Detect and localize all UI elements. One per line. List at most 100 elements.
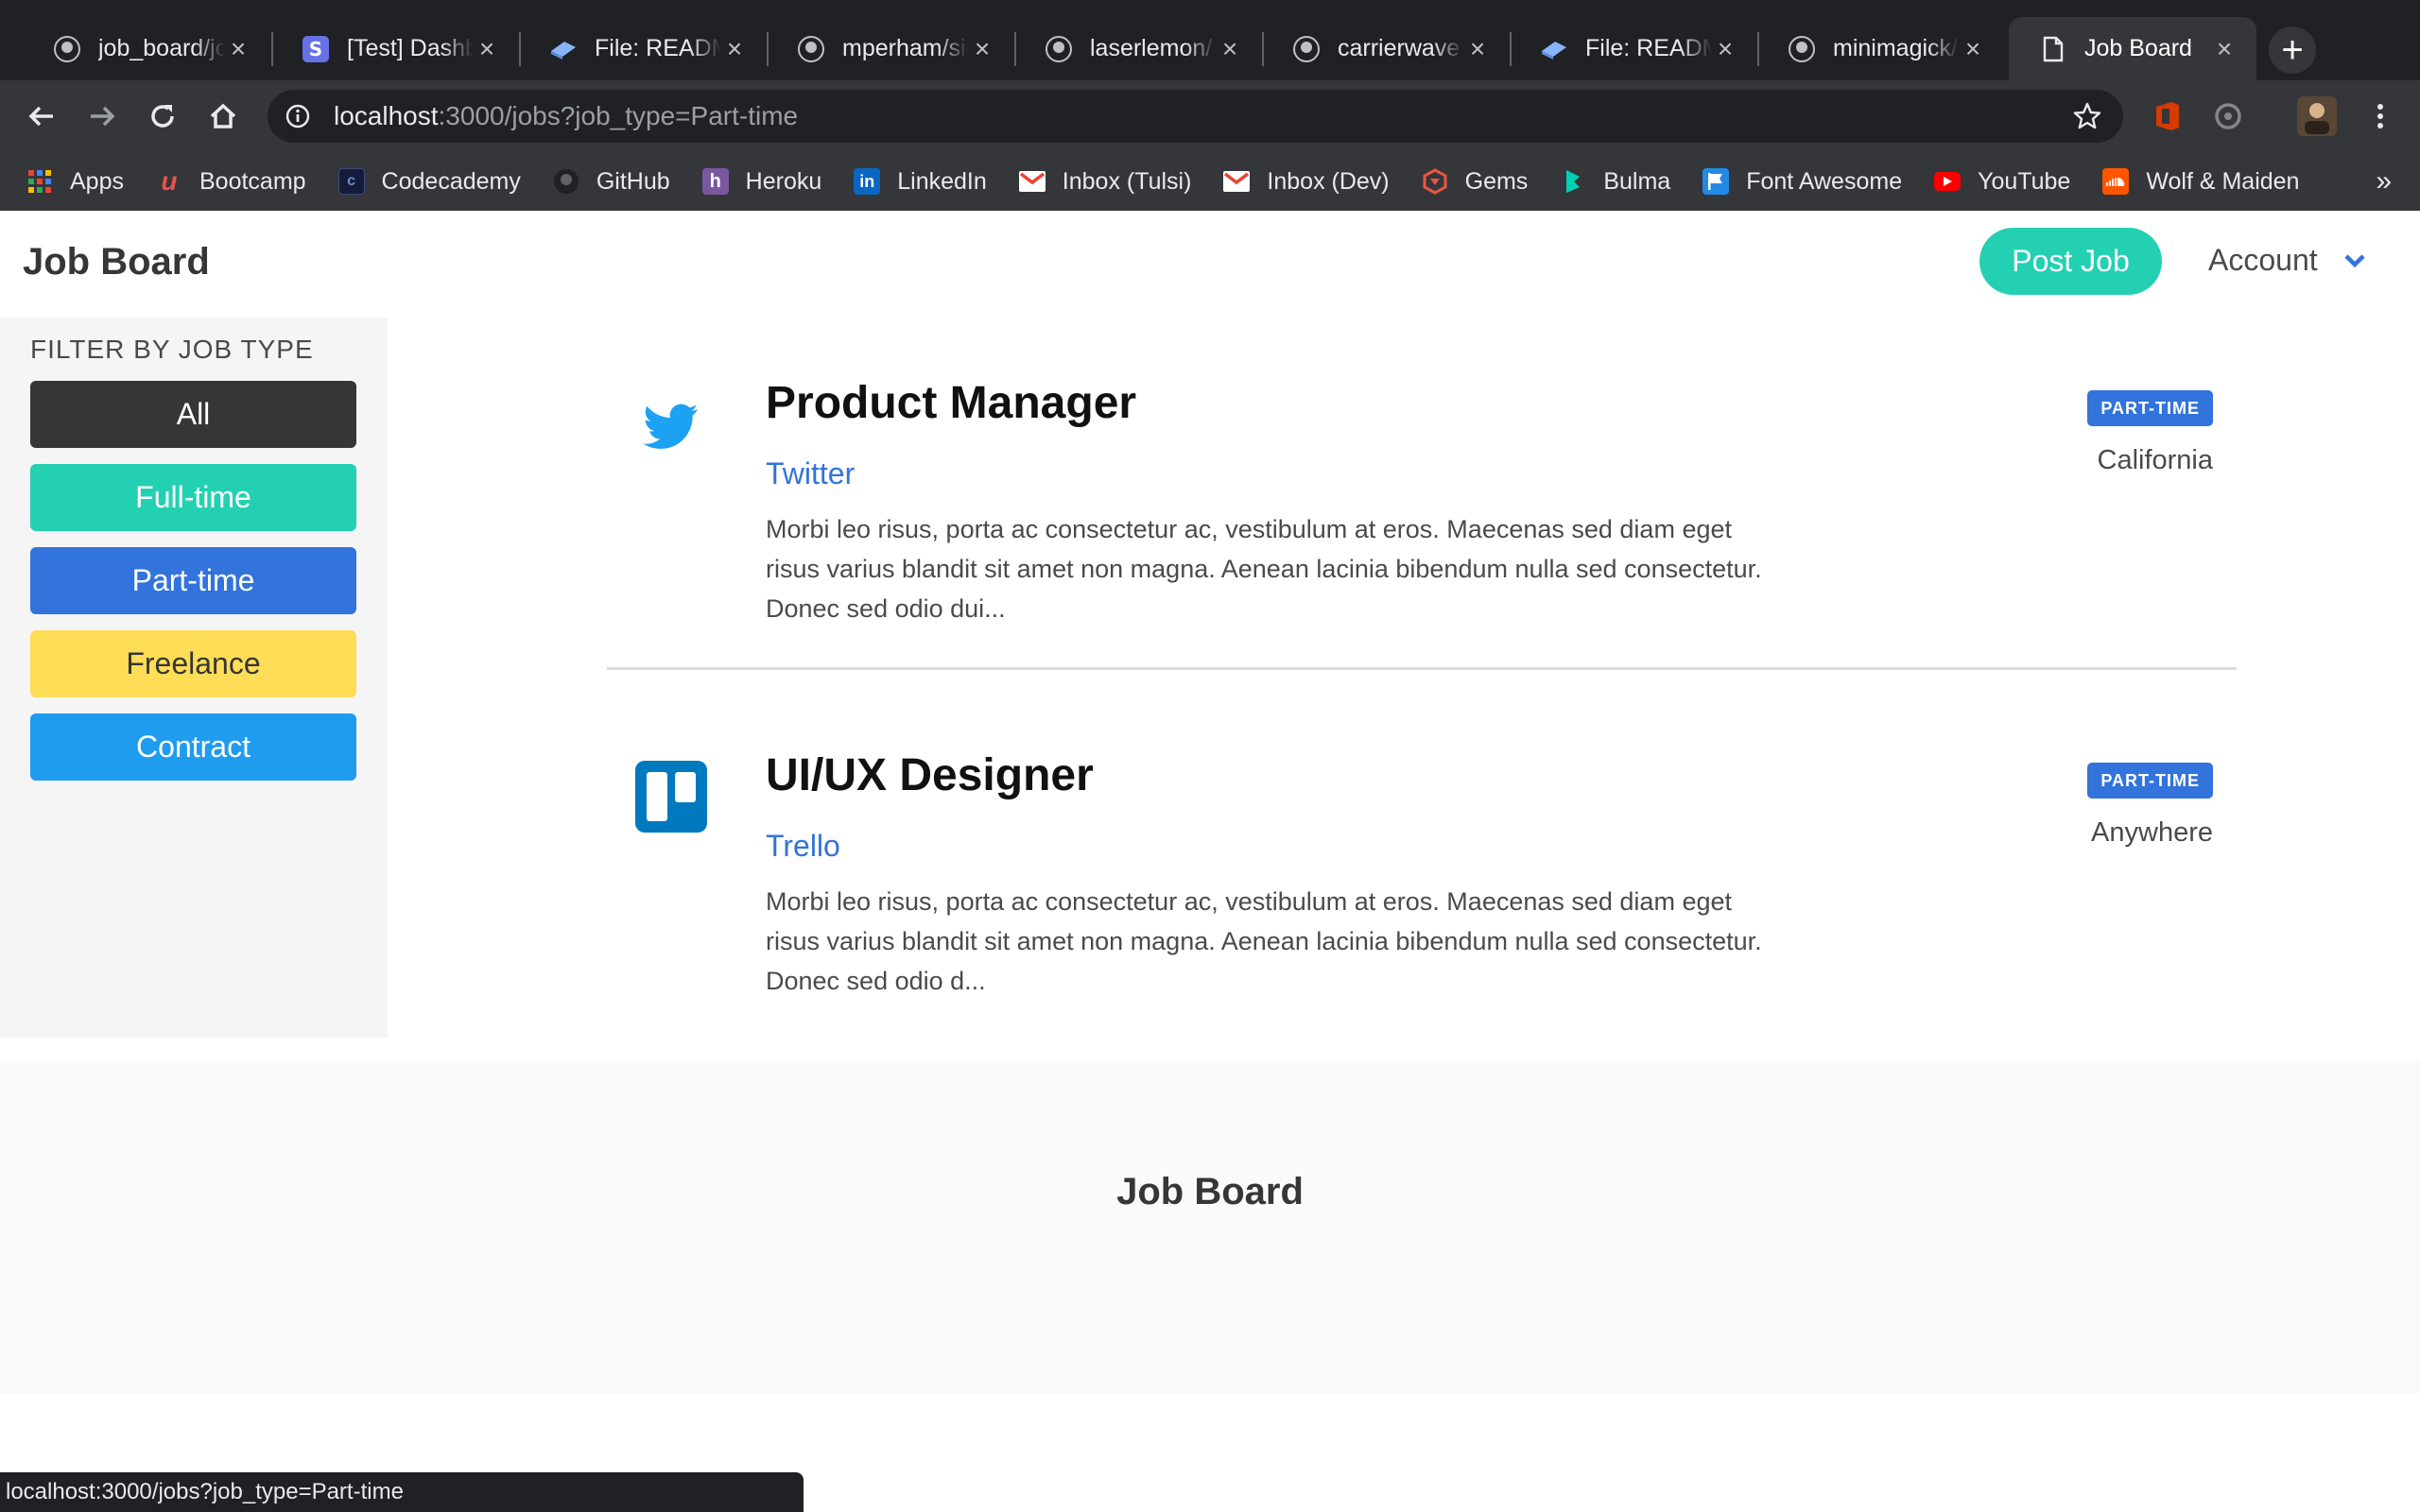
bookmark-item[interactable]: GitHub (553, 168, 670, 196)
close-icon[interactable]: × (225, 34, 251, 63)
browser-tab[interactable]: carrierwave × (1262, 17, 1510, 80)
close-icon[interactable]: × (1217, 34, 1243, 63)
post-job-button[interactable]: Post Job (1979, 228, 2162, 295)
back-arrow-icon[interactable] (19, 94, 64, 139)
tab-title: minimagick/ (1833, 35, 1958, 61)
font-awesome-icon (1703, 168, 1730, 195)
soundcloud-icon (2102, 168, 2130, 195)
bookmark-item[interactable]: Bulma (1560, 168, 1670, 196)
site-brand[interactable]: Job Board (23, 241, 210, 284)
bookmark-item[interactable]: in LinkedIn (854, 168, 987, 196)
github-icon (53, 35, 81, 63)
account-label: Account (2208, 243, 2318, 277)
close-icon[interactable]: × (969, 34, 995, 63)
bookmark-item[interactable]: Apps (26, 168, 124, 196)
info-icon[interactable] (285, 103, 311, 129)
job-type-tag: PART-TIME (2087, 390, 2213, 426)
close-icon[interactable]: × (1712, 34, 1738, 63)
browser-tab[interactable]: minimagick/ × (1757, 17, 2005, 80)
job-description: Morbi leo risus, porta ac consectetur ac… (766, 887, 1762, 995)
page-icon (2039, 35, 2067, 63)
bookmarks-bar: Apps u Bootcamp c Codecademy GitHub h He… (0, 152, 2420, 211)
stripe-icon: S (302, 35, 330, 63)
company-link[interactable]: Twitter (766, 456, 855, 491)
browser-tab[interactable]: mperham/sid × (767, 17, 1014, 80)
github-icon (553, 168, 579, 195)
github-icon (1292, 35, 1321, 63)
bookmark-item[interactable]: u Bootcamp (156, 166, 305, 196)
filter-freelance-button[interactable]: Freelance (30, 630, 356, 697)
job-location: California (2097, 445, 2214, 475)
url-text: localhost:3000/jobs?job_type=Part-time (334, 101, 799, 130)
account-dropdown[interactable]: Account (2208, 243, 2369, 278)
bookmark-item[interactable]: YouTube (1934, 168, 2070, 196)
browser-toolbar: localhost:3000/jobs?job_type=Part-time (0, 80, 2420, 152)
filter-part-time-button[interactable]: Part-time (30, 547, 356, 614)
bookmark-item[interactable]: Inbox (Dev) (1223, 168, 1390, 196)
browser-tab[interactable]: File: README × (1510, 17, 1757, 80)
new-tab-button[interactable]: + (2269, 26, 2316, 74)
page: Job Board Post Job Account FILTER BY JOB… (0, 211, 2420, 1512)
job-type-filter-sidebar: FILTER BY JOB TYPE All Full-time Part-ti… (0, 318, 388, 1038)
tab-title: File: README (595, 35, 721, 61)
trello-icon (633, 759, 709, 834)
tab-title: Job Board (2084, 35, 2192, 61)
menu-dots-icon[interactable] (2363, 99, 2397, 133)
filter-full-time-button[interactable]: Full-time (30, 464, 356, 531)
job-type-tag: PART-TIME (2087, 763, 2213, 799)
listing-divider (607, 667, 2237, 670)
forward-arrow-icon[interactable] (79, 94, 125, 139)
filter-contract-button[interactable]: Contract (30, 713, 356, 781)
tab-title: [Test] Dashb (347, 35, 474, 61)
tab-title: mperham/sid (842, 35, 969, 61)
browser-tab[interactable]: File: README × (519, 17, 767, 80)
browser-tab[interactable]: laserlemon/ × (1014, 17, 1262, 80)
browser-tab[interactable]: job_board/jo × (23, 17, 270, 80)
youtube-icon (1934, 172, 1962, 191)
link-status-bubble: localhost:3000/jobs?job_type=Part-time (0, 1472, 804, 1512)
job-title[interactable]: Product Manager (766, 377, 1136, 429)
close-icon[interactable]: × (1464, 34, 1491, 63)
bookmark-item[interactable]: Inbox (Tulsi) (1018, 168, 1191, 196)
bookmark-item[interactable]: Gems (1422, 168, 1528, 196)
browser-tab-active[interactable]: Job Board × (2009, 17, 2256, 80)
github-icon (1045, 35, 1073, 63)
github-icon (797, 35, 825, 63)
job-listing: Product Manager Twitter Morbi leo risus,… (605, 362, 2236, 645)
close-icon[interactable]: × (1960, 34, 1986, 63)
bookmarks-overflow-button[interactable]: » (2376, 165, 2392, 198)
filter-heading: FILTER BY JOB TYPE (30, 335, 314, 364)
codecademy-icon: c (337, 168, 365, 195)
job-listing: UI/UX Designer Trello Morbi leo risus, p… (605, 734, 2236, 1018)
close-icon[interactable]: × (474, 34, 500, 63)
bookmark-item[interactable]: c Codecademy (337, 168, 521, 196)
company-link[interactable]: Trello (766, 829, 840, 864)
job-title[interactable]: UI/UX Designer (766, 749, 1094, 801)
profile-avatar[interactable] (2297, 96, 2337, 136)
footer-title: Job Board (1116, 1171, 1304, 1212)
close-icon[interactable]: × (721, 34, 748, 63)
bookmark-item[interactable]: Wolf & Maiden (2102, 168, 2299, 196)
site-navbar: Job Board Post Job Account (0, 211, 2420, 317)
apps-grid-icon (26, 168, 53, 195)
office-extension-icon[interactable] (2151, 99, 2185, 133)
svg-text:S: S (309, 38, 322, 60)
browser-tab[interactable]: S [Test] Dashb × (271, 17, 519, 80)
home-icon[interactable] (200, 94, 246, 139)
close-icon[interactable]: × (2211, 34, 2238, 63)
bookmark-star-icon[interactable] (2072, 101, 2102, 131)
extension-sync-icon[interactable] (2211, 99, 2245, 133)
site-footer: Job Board (0, 1061, 2420, 1394)
bulma-icon (1560, 168, 1586, 195)
filter-all-button[interactable]: All (30, 381, 356, 448)
tab-title: carrierwave (1338, 35, 1461, 61)
browser-tab-strip: job_board/jo × S [Test] Dashb × File: RE… (0, 0, 2420, 80)
github-icon (1788, 35, 1816, 63)
gmail-icon (1223, 168, 1251, 195)
rdoc-icon (549, 35, 578, 63)
reload-icon[interactable] (140, 94, 185, 139)
job-description: Morbi leo risus, porta ac consectetur ac… (766, 515, 1762, 623)
bookmark-item[interactable]: Font Awesome (1703, 168, 1902, 196)
address-bar[interactable]: localhost:3000/jobs?job_type=Part-time (268, 90, 2123, 143)
bookmark-item[interactable]: h Heroku (701, 168, 821, 196)
